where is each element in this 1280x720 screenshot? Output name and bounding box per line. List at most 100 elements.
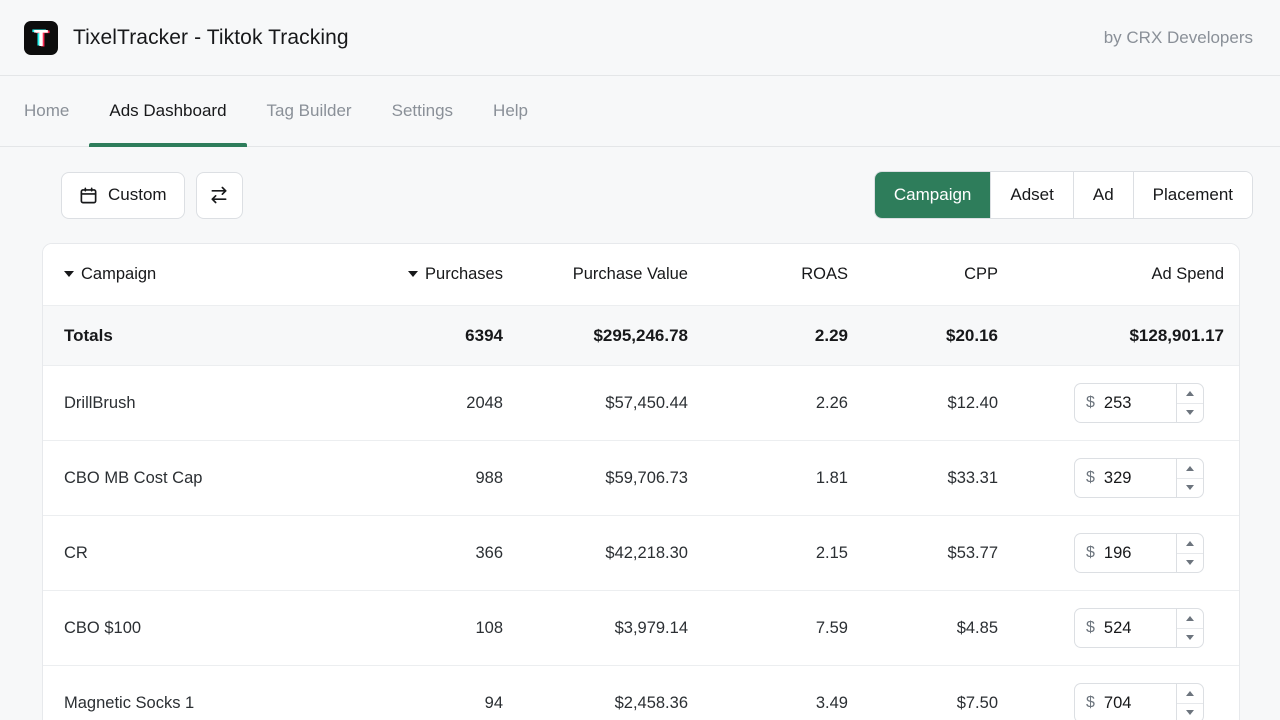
chevron-up-icon xyxy=(1186,541,1194,546)
cell-ad-spend: $ 329 xyxy=(998,458,1239,498)
segment-label: Campaign xyxy=(894,185,972,205)
swap-compare-button[interactable] xyxy=(196,172,243,219)
segment-label: Placement xyxy=(1153,185,1233,205)
table-totals-row: Totals 6394 $295,246.78 2.29 $20.16 $128… xyxy=(43,306,1239,366)
segment-label: Ad xyxy=(1093,185,1114,205)
date-range-button[interactable]: Custom xyxy=(61,172,185,219)
totals-purchases: 6394 xyxy=(358,326,503,346)
app-byline: by CRX Developers xyxy=(1104,28,1253,48)
ad-spend-input[interactable]: $ 329 xyxy=(1074,458,1176,498)
cell-roas: 7.59 xyxy=(688,619,848,638)
main-navigation: Home Ads Dashboard Tag Builder Settings … xyxy=(0,76,1280,147)
chevron-up-icon xyxy=(1186,391,1194,396)
cell-purchase-value: $59,706.73 xyxy=(503,469,688,488)
table-row[interactable]: CR 366 $42,218.30 2.15 $53.77 $ 196 xyxy=(43,516,1239,591)
cell-ad-spend: $ 524 xyxy=(998,608,1239,648)
campaign-table: Campaign Purchases Purchase Value ROAS C… xyxy=(42,243,1240,720)
column-header-campaign[interactable]: Campaign xyxy=(43,265,358,284)
ad-spend-value: 196 xyxy=(1104,544,1132,563)
cell-purchase-value: $3,979.14 xyxy=(503,619,688,638)
ad-spend-value: 704 xyxy=(1104,694,1132,713)
totals-ad-spend: $128,901.17 xyxy=(998,326,1239,346)
column-header-label: Ad Spend xyxy=(1152,265,1224,284)
nav-tab-tag-builder[interactable]: Tag Builder xyxy=(247,76,372,146)
table-row[interactable]: CBO $100 108 $3,979.14 7.59 $4.85 $ 524 xyxy=(43,591,1239,666)
stepper-decrement-button[interactable] xyxy=(1177,404,1203,423)
ad-spend-input[interactable]: $ 196 xyxy=(1074,533,1176,573)
totals-purchase-value: $295,246.78 xyxy=(503,326,688,346)
table-row[interactable]: DrillBrush 2048 $57,450.44 2.26 $12.40 $… xyxy=(43,366,1239,441)
ad-spend-stepper[interactable] xyxy=(1176,458,1204,498)
ad-spend-stepper[interactable] xyxy=(1176,383,1204,423)
currency-symbol: $ xyxy=(1086,469,1095,487)
cell-roas: 2.15 xyxy=(688,544,848,563)
nav-tab-ads-dashboard[interactable]: Ads Dashboard xyxy=(89,76,246,146)
column-header-roas[interactable]: ROAS xyxy=(688,265,848,284)
segment-label: Adset xyxy=(1010,185,1053,205)
segment-placement[interactable]: Placement xyxy=(1134,172,1252,218)
ad-spend-stepper[interactable] xyxy=(1176,683,1204,720)
nav-tab-label: Ads Dashboard xyxy=(109,101,226,121)
chevron-down-icon xyxy=(1186,560,1194,565)
currency-symbol: $ xyxy=(1086,394,1095,412)
column-header-ad-spend[interactable]: Ad Spend xyxy=(998,265,1239,284)
stepper-decrement-button[interactable] xyxy=(1177,704,1203,720)
stepper-increment-button[interactable] xyxy=(1177,609,1203,629)
ad-spend-input[interactable]: $ 704 xyxy=(1074,683,1176,720)
cell-roas: 1.81 xyxy=(688,469,848,488)
table-row[interactable]: Magnetic Socks 1 94 $2,458.36 3.49 $7.50… xyxy=(43,666,1239,720)
chevron-up-icon xyxy=(1186,691,1194,696)
column-header-purchase-value[interactable]: Purchase Value xyxy=(503,265,688,284)
nav-tab-label: Tag Builder xyxy=(267,101,352,121)
chevron-up-icon xyxy=(1186,616,1194,621)
segment-campaign[interactable]: Campaign xyxy=(875,172,992,218)
swap-arrows-icon xyxy=(209,185,229,205)
nav-tab-settings[interactable]: Settings xyxy=(372,76,473,146)
chevron-up-icon xyxy=(1186,466,1194,471)
stepper-increment-button[interactable] xyxy=(1177,459,1203,479)
chevron-down-icon xyxy=(1186,635,1194,640)
stepper-increment-button[interactable] xyxy=(1177,684,1203,704)
tiktok-t-logo-icon: T T T xyxy=(24,21,58,55)
stepper-decrement-button[interactable] xyxy=(1177,479,1203,498)
cell-purchases: 2048 xyxy=(358,394,503,413)
cell-ad-spend: $ 704 xyxy=(998,683,1239,720)
cell-cpp: $33.31 xyxy=(848,469,998,488)
cell-purchases: 94 xyxy=(358,694,503,713)
chevron-down-icon xyxy=(1186,710,1194,715)
cell-ad-spend: $ 196 xyxy=(998,533,1239,573)
ad-spend-input[interactable]: $ 253 xyxy=(1074,383,1176,423)
cell-purchases: 988 xyxy=(358,469,503,488)
currency-symbol: $ xyxy=(1086,619,1095,637)
stepper-increment-button[interactable] xyxy=(1177,384,1203,404)
ad-spend-stepper[interactable] xyxy=(1176,533,1204,573)
nav-tab-label: Settings xyxy=(392,101,453,121)
level-segmented-control: Campaign Adset Ad Placement xyxy=(874,171,1253,219)
table-row[interactable]: CBO MB Cost Cap 988 $59,706.73 1.81 $33.… xyxy=(43,441,1239,516)
segment-adset[interactable]: Adset xyxy=(991,172,1073,218)
chevron-down-icon xyxy=(1186,485,1194,490)
cell-ad-spend: $ 253 xyxy=(998,383,1239,423)
column-header-purchases[interactable]: Purchases xyxy=(358,265,503,284)
cell-cpp: $4.85 xyxy=(848,619,998,638)
nav-tab-home[interactable]: Home xyxy=(4,76,89,146)
stepper-decrement-button[interactable] xyxy=(1177,629,1203,648)
totals-roas: 2.29 xyxy=(688,326,848,346)
segment-ad[interactable]: Ad xyxy=(1074,172,1134,218)
column-header-label: ROAS xyxy=(801,265,848,283)
column-header-cpp[interactable]: CPP xyxy=(848,265,998,284)
ad-spend-value: 329 xyxy=(1104,469,1132,488)
chevron-down-icon xyxy=(1186,410,1194,415)
nav-tab-help[interactable]: Help xyxy=(473,76,548,146)
date-range-label: Custom xyxy=(108,185,167,205)
cell-cpp: $12.40 xyxy=(848,394,998,413)
cell-roas: 2.26 xyxy=(688,394,848,413)
table-header-row: Campaign Purchases Purchase Value ROAS C… xyxy=(43,244,1239,306)
sort-descending-icon xyxy=(408,271,418,277)
ad-spend-input[interactable]: $ 524 xyxy=(1074,608,1176,648)
ad-spend-stepper[interactable] xyxy=(1176,608,1204,648)
stepper-increment-button[interactable] xyxy=(1177,534,1203,554)
totals-cpp: $20.16 xyxy=(848,326,998,346)
ad-spend-value: 524 xyxy=(1104,619,1132,638)
stepper-decrement-button[interactable] xyxy=(1177,554,1203,573)
